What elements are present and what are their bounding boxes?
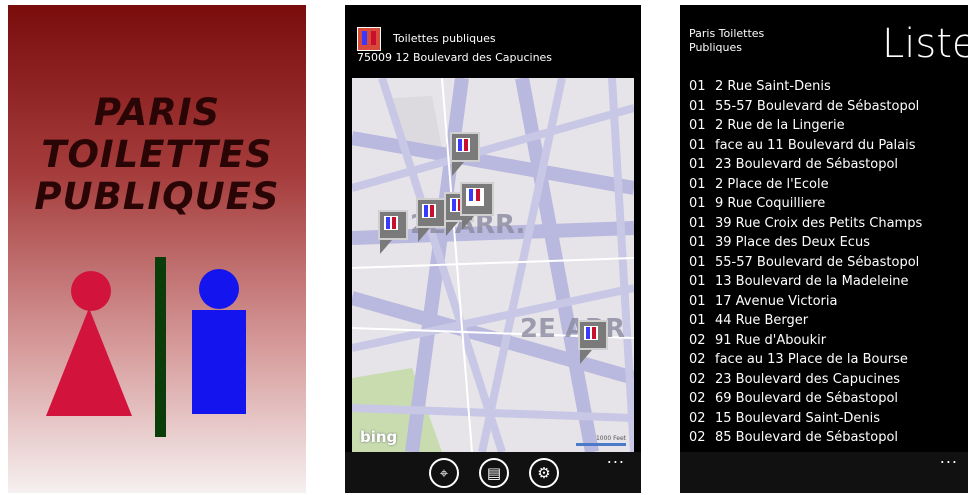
list-item-address: 55-57 Boulevard de Sébastopol	[715, 98, 920, 114]
list-app-title-line: Publiques	[689, 41, 742, 54]
toilet-marker[interactable]	[378, 210, 408, 254]
splash-title-line-3: PUBLIQUES	[34, 175, 280, 218]
arrondissement-code: 02	[689, 430, 706, 445]
list-app-title: Paris Toilettes Publiques	[689, 27, 764, 55]
list-item[interactable]: 01 23 Boulevard de Sébastopol	[689, 157, 922, 177]
list-item-address: 23 Boulevard de Sébastopol	[715, 157, 899, 172]
women-icon-head	[71, 271, 111, 311]
settings-icon[interactable]: ⚙	[529, 458, 559, 488]
map-streets	[352, 78, 634, 452]
arrondissement-code: 01	[689, 313, 706, 328]
more-options-button[interactable]: ...	[940, 448, 958, 467]
list-item[interactable]: 02 85 Boulevard de Sébastopol	[689, 430, 922, 450]
arrondissement-code: 01	[689, 293, 706, 309]
list-item[interactable]: 02 15 Boulevard Saint-Denis	[689, 411, 922, 431]
arrondissement-code: 01	[689, 137, 706, 153]
arrondissement-code: 01	[689, 118, 706, 133]
list-item-address: 91 Rue d'Aboukir	[715, 332, 827, 348]
list-item-address: 44 Rue Berger	[715, 313, 809, 328]
list-icon[interactable]: ▤	[479, 458, 509, 488]
toilet-marker-selected[interactable]	[460, 182, 494, 230]
list-item[interactable]: 01 55-57 Boulevard de Sébastopol	[689, 255, 922, 275]
arrondissement-code: 01	[689, 215, 706, 231]
arrondissement-code: 02	[689, 410, 706, 426]
list-item-address: face au 13 Place de la Bourse	[715, 352, 908, 367]
list-item[interactable]: 02 69 Boulevard de Sébastopol	[689, 391, 922, 411]
list-item-address: 2 Place de l'Ecole	[715, 176, 829, 192]
arrondissement-code: 02	[689, 391, 706, 406]
list-item[interactable]: 01 55-57 Boulevard de Sébastopol	[689, 99, 922, 119]
arrondissement-code: 01	[689, 176, 706, 192]
list-screen: Paris Toilettes Publiques Liste 01 2 Rue …	[680, 5, 968, 493]
list-item-address: 2 Rue de la Lingerie	[715, 118, 845, 133]
list-item[interactable]: 01 2 Place de l'Ecole	[689, 177, 922, 197]
arrondissement-code: 01	[689, 254, 706, 270]
women-icon	[46, 308, 132, 416]
list-item[interactable]: 01 39 Rue Croix des Petits Champs	[689, 216, 922, 236]
list-item-address: 69 Boulevard de Sébastopol	[715, 391, 899, 406]
list-app-title-line: Paris Toilettes	[689, 27, 765, 40]
list-item-address: 85 Boulevard de Sébastopol	[715, 430, 899, 445]
bing-logo: bing	[360, 428, 398, 446]
list-item-address: 55-57 Boulevard de Sébastopol	[715, 254, 920, 270]
splash-title-line-2: TOILETTES	[41, 133, 273, 176]
list-item-address: 9 Rue Coquilliere	[715, 196, 826, 211]
toilet-marker[interactable]	[416, 198, 446, 242]
list-item[interactable]: 01 39 Place des Deux Ecus	[689, 235, 922, 255]
arrondissement-code: 01	[689, 235, 706, 250]
map-scale-bar	[576, 443, 626, 446]
toilet-marker[interactable]	[578, 320, 608, 364]
list-item-address: 39 Place des Deux Ecus	[715, 235, 870, 250]
arrondissement-code: 01	[689, 157, 706, 172]
map-scale-label: 1000 Feet	[595, 435, 626, 442]
arrondissement-code: 01	[689, 196, 706, 211]
map-label-arr: 2E ARR	[520, 314, 626, 344]
toilet-marker[interactable]	[450, 132, 480, 176]
arrondissement-code: 02	[689, 352, 706, 367]
arrondissement-code: 01	[689, 79, 706, 94]
man-icon	[192, 310, 246, 414]
toilet-app-icon	[357, 27, 381, 51]
arrondissement-code: 01	[689, 274, 706, 289]
list-item[interactable]: 01 2 Rue de la Lingerie	[689, 118, 922, 138]
list-item[interactable]: 02 91 Rue d'Aboukir	[689, 333, 922, 353]
map-view[interactable]: 2E ARR. 2E ARR bing 1000 Feet	[352, 78, 634, 452]
man-icon-head	[199, 269, 239, 309]
list-item[interactable]: 01 9 Rue Coquilliere	[689, 196, 922, 216]
list-item-address: 39 Rue Croix des Petits Champs	[715, 215, 923, 231]
arrondissement-code: 02	[689, 332, 706, 348]
list-item[interactable]: 01 17 Avenue Victoria	[689, 294, 922, 314]
list-header: Liste	[882, 21, 968, 67]
splash-screen: PARIS TOILETTES PUBLIQUES	[8, 5, 306, 493]
list-item-address: face au 11 Boulevard du Palais	[715, 137, 916, 153]
locate-icon[interactable]: ⌖	[429, 458, 459, 488]
list-item-address: 13 Boulevard de la Madeleine	[715, 274, 909, 289]
list-item[interactable]: 01 44 Rue Berger	[689, 313, 922, 333]
list-item-address: 15 Boulevard Saint-Denis	[715, 410, 881, 426]
list-item-address: 23 Boulevard des Capucines	[715, 371, 901, 387]
more-options-button[interactable]: ...	[607, 448, 625, 467]
arrondissement-code: 02	[689, 371, 706, 387]
map-address: 75009 12 Boulevard des Capucines	[357, 51, 553, 64]
list-item-address: 2 Rue Saint-Denis	[715, 79, 831, 94]
list-item[interactable]: 01 2 Rue Saint-Denis	[689, 79, 922, 99]
map-app-bar: ⌖ ▤ ⚙ ...	[345, 448, 641, 493]
splash-title-line-1: PARIS	[93, 91, 221, 134]
list-app-bar: ...	[680, 448, 968, 493]
divider-bar	[155, 257, 166, 437]
list-item[interactable]: 02 face au 13 Place de la Bourse	[689, 352, 922, 372]
list-item[interactable]: 01 13 Boulevard de la Madeleine	[689, 274, 922, 294]
toilet-list: 01 2 Rue Saint-Denis 01 55-57 Boulevard de…	[689, 79, 922, 450]
map-title: Toilettes publiques	[393, 32, 496, 45]
map-screen: Toilettes publiques 75009 12 Boulevard d…	[345, 5, 641, 493]
list-item[interactable]: 01 face au 11 Boulevard du Palais	[689, 138, 922, 158]
list-item-address: 17 Avenue Victoria	[715, 293, 838, 309]
arrondissement-code: 01	[689, 98, 706, 114]
list-item[interactable]: 02 23 Boulevard des Capucines	[689, 372, 922, 392]
